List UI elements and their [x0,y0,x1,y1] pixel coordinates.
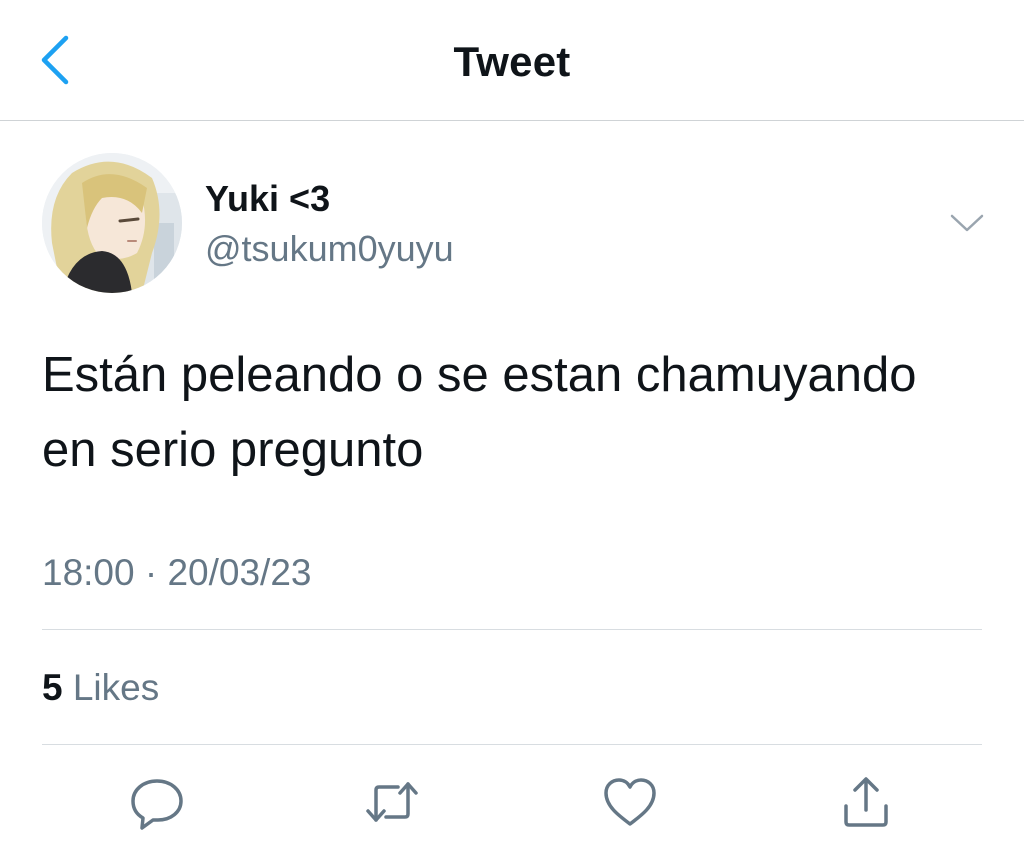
author-name[interactable]: Yuki <3 [205,178,330,220]
reply-icon [131,779,183,830]
avatar-image [42,153,182,293]
likes-label: Likes [72,667,160,708]
divider [42,744,982,745]
avatar[interactable] [42,153,182,293]
retweet-button[interactable] [362,772,422,832]
retweet-icon [366,782,418,822]
likes-stat[interactable]: 5 Likes [42,667,159,709]
tweet-timestamp: 18:00 · 20/03/23 [42,552,312,593]
more-options-button[interactable] [946,208,988,238]
divider [42,629,982,630]
author-handle[interactable]: @tsukum0yuyu [205,228,454,270]
top-navigation-bar: Tweet [0,0,1024,121]
share-icon [844,777,888,827]
chevron-down-icon [950,214,984,232]
share-button[interactable] [836,772,896,832]
likes-count: 5 [42,667,63,708]
tweet-detail-screen: Tweet Yuki <3 @tsukum0yuyu Están peleand… [0,0,1024,850]
tweet-text: Están peleando o se estan chamuyando en … [42,348,917,477]
like-icon [604,778,656,826]
like-button[interactable] [600,772,660,832]
reply-button[interactable] [127,772,187,832]
page-title: Tweet [453,38,571,85]
